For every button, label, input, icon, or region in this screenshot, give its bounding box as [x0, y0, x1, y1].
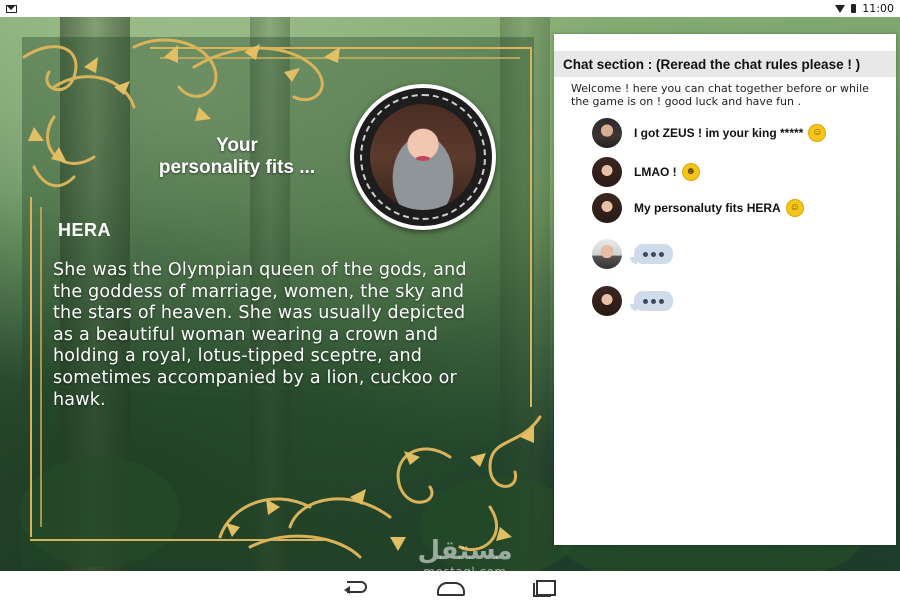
man-avatar[interactable]: [592, 118, 622, 148]
chat-message-text: My personaluty fits HERA ☺: [634, 199, 804, 217]
status-bar: 11:00: [0, 0, 900, 17]
blush-emoji: ☺: [785, 199, 804, 217]
heading-line-1: Your: [216, 135, 258, 156]
personality-name: HERA: [58, 220, 112, 240]
message-text: I got ZEUS ! im your king *****: [634, 126, 804, 140]
wifi-icon: [835, 4, 846, 13]
woman-avatar[interactable]: [592, 286, 622, 316]
status-time: 11:00: [862, 2, 894, 15]
chat-panel: Chat section : (Reread the chat rules pl…: [554, 34, 896, 545]
chat-header: Chat section : (Reread the chat rules pl…: [554, 51, 896, 77]
home-icon[interactable]: [437, 576, 465, 596]
laughing-emoji: ☻: [681, 163, 700, 181]
avatar-photo: [370, 104, 476, 210]
chat-message[interactable]: My personaluty fits HERA ☺: [592, 193, 804, 223]
top-left-ornament: [22, 38, 340, 188]
profile-avatar[interactable]: [350, 84, 496, 230]
chat-message-text: LMAO ! ☻: [634, 163, 700, 181]
heading-line-2: personality fits ...: [158, 157, 316, 178]
woman-avatar[interactable]: [592, 193, 622, 223]
message-text: LMAO !: [634, 165, 677, 179]
back-icon[interactable]: [343, 576, 369, 596]
chat-message[interactable]: LMAO ! ☻: [592, 157, 700, 187]
status-bar-right: 11:00: [835, 2, 894, 15]
personality-heading: Your personality fits ...: [142, 135, 332, 179]
navigation-bar: [0, 571, 900, 600]
gmail-icon: [6, 4, 17, 13]
personality-description: She was the Olympian queen of the gods, …: [53, 260, 467, 410]
chat-message[interactable]: I got ZEUS ! im your king ***** ☺: [592, 118, 827, 148]
frame-right-line: [530, 47, 532, 407]
man-avatar-2[interactable]: [592, 239, 622, 269]
typing-indicator: [630, 291, 673, 311]
chat-title: Chat section : (Reread the chat rules pl…: [563, 56, 861, 72]
status-bar-left: [6, 4, 17, 13]
chat-message-text: I got ZEUS ! im your king ***** ☺: [634, 124, 827, 142]
chat-welcome-text: Welcome ! here you can chat together bef…: [571, 82, 869, 108]
frame-left-line: [30, 197, 32, 537]
battery-icon: [851, 4, 857, 13]
woman-avatar[interactable]: [592, 157, 622, 187]
typing-indicator: [630, 244, 673, 264]
message-text: My personaluty fits HERA: [634, 201, 781, 215]
chat-message-typing[interactable]: [592, 239, 673, 269]
smiley-emoji: ☺: [808, 124, 827, 142]
watermark-logo: مستقل: [417, 536, 513, 566]
recents-icon[interactable]: [531, 576, 557, 597]
chat-message-typing[interactable]: [592, 286, 673, 316]
